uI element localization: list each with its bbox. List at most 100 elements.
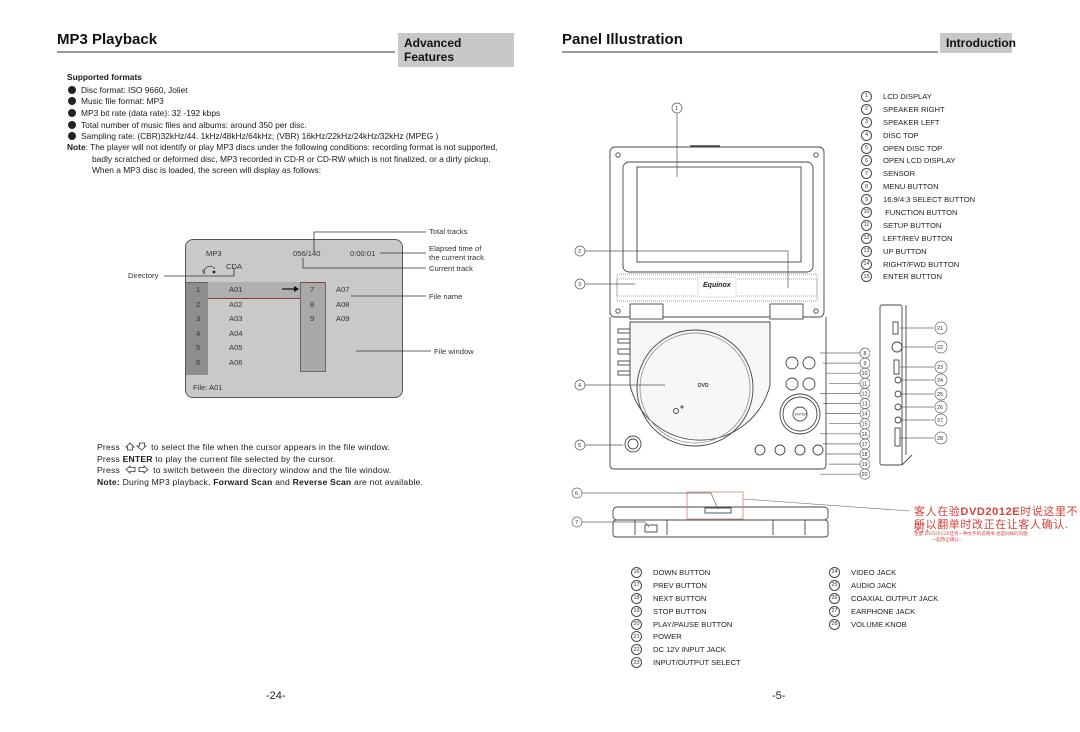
screen-elapsed-time: 0:00:01	[350, 249, 376, 258]
supported-formats-list: Disc format: ISO 9660, Joliet Music file…	[68, 84, 438, 142]
bullet-icon	[68, 108, 76, 117]
legend-label: 16:9/4:3 SELECT BUTTON	[883, 195, 976, 205]
screen-directory-name: CDA	[226, 262, 243, 271]
legend-label: SETUP BUTTON	[883, 220, 942, 230]
file-row-name[interactable]: A02	[229, 300, 243, 309]
file-row-number: 8	[310, 299, 315, 309]
number-badge-icon: 9	[861, 194, 872, 206]
legend-item: 15 ENTER BUTTON	[861, 270, 975, 283]
svg-text:21: 21	[937, 326, 943, 332]
legend-item: 10 FUNCTION BUTTON	[861, 206, 975, 219]
file-row-name[interactable]: A07	[336, 285, 350, 294]
legend-label: INPUT/OUTPUT SELECT	[653, 658, 741, 668]
legend-label: STOP BUTTON	[653, 606, 707, 616]
legend-label: RIGHT/FWD BUTTON	[883, 259, 960, 269]
number-badge-icon: 15	[861, 271, 872, 283]
file-row-name[interactable]: A08	[336, 300, 350, 309]
file-row-number: 3	[196, 314, 201, 323]
number-badge-icon: 22	[631, 644, 642, 656]
number-badge-icon: 6	[861, 155, 872, 167]
number-badge-icon: 8	[861, 181, 872, 193]
button-callouts: 8 9 10 11 12 13 14 15 16 17 18 19 20	[820, 347, 870, 480]
left-page-title: MP3 Playback	[57, 31, 158, 48]
file-row-name[interactable]: A05	[229, 343, 243, 352]
left-title-rule	[57, 51, 395, 53]
legend-item: 25 AUDIO JACK	[829, 579, 938, 592]
legend-label: ENTER BUTTON	[883, 272, 942, 282]
number-badge-icon: 16	[631, 566, 642, 578]
svg-text:27: 27	[937, 418, 943, 424]
file-row-name[interactable]: A09	[336, 314, 350, 323]
file-row-name[interactable]: A03	[229, 314, 243, 323]
up-down-arrows-icon	[124, 442, 147, 451]
file-row-number: 2	[196, 299, 201, 309]
legend-item: 3 SPEAKER LEFT	[861, 116, 975, 129]
callout-number: 12	[862, 391, 868, 397]
number-badge-icon: 26	[829, 592, 840, 604]
svg-text:7: 7	[575, 520, 578, 526]
format-bullet: Sampling rate: (CBR)32kHz/44. 1kHz/48kHz…	[68, 130, 438, 142]
screen-file-status: File: A01	[193, 383, 223, 392]
callout-number: 19	[862, 462, 868, 468]
file-row-number: 9	[310, 314, 315, 323]
file-row-number: 5	[196, 343, 201, 352]
lcd-display	[636, 166, 802, 263]
number-badge-icon: 24	[829, 566, 840, 578]
right-page-title: Panel Illustration	[562, 31, 683, 48]
callout-total-tracks: Total tracks	[429, 227, 468, 236]
legend-item: 28 VOLUME KNOB	[829, 618, 938, 631]
file-row-name[interactable]: A01	[229, 285, 243, 294]
file-row-name[interactable]: A04	[229, 329, 243, 338]
legend-item: 5 OPEN DISC TOP	[861, 142, 975, 155]
note-block: Note: The player will not identify or pl…	[67, 142, 498, 176]
legend-item: 12 LEFT/REV BUTTON	[861, 232, 975, 245]
legend-label: POWER	[653, 632, 682, 642]
legend-label: SPEAKER LEFT	[883, 117, 940, 127]
highlight-box	[686, 491, 744, 520]
number-badge-icon: 10	[861, 206, 872, 218]
legend-item: 7 SENSOR	[861, 167, 975, 180]
svg-text:25: 25	[937, 392, 943, 398]
format-bullet: MP3 bit rate (data rate): 32 -192 kbps	[68, 107, 438, 119]
mp3-screen-illustration: MP3 056/140 0:00:01 5 CDA 1 A01 2 A02 3 A03 4 A…	[185, 239, 403, 398]
legend-label: FUNCTION BUTTON	[883, 207, 958, 217]
legend-label: NEXT BUTTON	[653, 593, 707, 603]
bullet-icon	[68, 97, 76, 106]
disc-cover	[629, 321, 771, 441]
number-badge-icon: 4	[861, 129, 872, 141]
bullet-icon	[68, 85, 76, 94]
annotation-line-2: 所以翻单时改正在让客人确认.	[914, 518, 1069, 531]
callout-number: 20	[862, 472, 868, 478]
legend-item: 2 SPEAKER RIGHT	[861, 103, 975, 116]
side-view-illustration: 21 22 23 24 25 26 27 28	[879, 304, 948, 466]
legend-item: 26 COAXIAL OUTPUT JACK	[829, 592, 938, 605]
bullet-icon	[68, 132, 76, 141]
left-right-arrows-icon	[124, 465, 149, 475]
number-badge-icon: 21	[631, 631, 642, 643]
right-page-number: -5-	[772, 690, 786, 702]
callout-number: 18	[862, 452, 868, 458]
callout-number: 11	[862, 381, 868, 387]
svg-text:2: 2	[578, 249, 581, 255]
legend-label: COAXIAL OUTPUT JACK	[851, 593, 939, 603]
legend-item: 27 EARPHONE JACK	[829, 605, 938, 618]
supported-formats-heading: Supported formats	[67, 72, 142, 82]
svg-text:3: 3	[578, 282, 581, 288]
number-badge-icon: 13	[861, 245, 872, 257]
lcd-bezel	[622, 161, 814, 273]
legend-label: LCD DISPLAY	[883, 91, 932, 101]
enter-key-label: ENTER	[122, 453, 153, 464]
svg-text:6: 6	[575, 491, 578, 497]
file-row-number: 1	[196, 285, 201, 294]
legend-item: 17 PREV BUTTON	[631, 579, 741, 592]
svg-text:DVD: DVD	[698, 383, 709, 389]
number-badge-icon: 19	[631, 605, 642, 617]
number-badge-icon: 1	[861, 90, 872, 102]
callout-number: 9	[864, 361, 867, 367]
file-row-name[interactable]: A06	[229, 358, 243, 367]
legend-item: 11 SETUP BUTTON	[861, 219, 975, 232]
svg-text:4: 4	[578, 383, 581, 389]
legend-label: OPEN DISC TOP	[883, 143, 943, 153]
callout-current-track: Current track	[429, 264, 473, 273]
number-badge-icon: 17	[631, 579, 642, 591]
